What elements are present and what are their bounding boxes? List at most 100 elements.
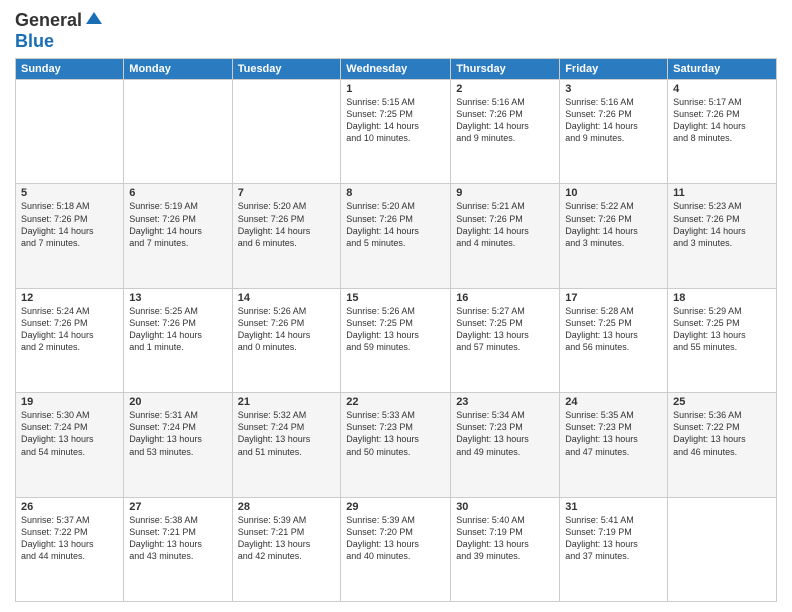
calendar-cell: 16Sunrise: 5:27 AM Sunset: 7:25 PM Dayli… (451, 288, 560, 392)
calendar-cell (668, 497, 777, 601)
calendar-week-row: 19Sunrise: 5:30 AM Sunset: 7:24 PM Dayli… (16, 393, 777, 497)
day-info: Sunrise: 5:33 AM Sunset: 7:23 PM Dayligh… (346, 409, 445, 458)
weekday-header-monday: Monday (124, 59, 232, 80)
logo-blue: Blue (15, 31, 54, 51)
calendar-cell (124, 80, 232, 184)
calendar-cell: 17Sunrise: 5:28 AM Sunset: 7:25 PM Dayli… (560, 288, 668, 392)
calendar-cell: 14Sunrise: 5:26 AM Sunset: 7:26 PM Dayli… (232, 288, 341, 392)
calendar-cell: 21Sunrise: 5:32 AM Sunset: 7:24 PM Dayli… (232, 393, 341, 497)
calendar-cell: 9Sunrise: 5:21 AM Sunset: 7:26 PM Daylig… (451, 184, 560, 288)
day-info: Sunrise: 5:30 AM Sunset: 7:24 PM Dayligh… (21, 409, 118, 458)
logo: General Blue (15, 10, 104, 52)
page-header: General Blue (15, 10, 777, 52)
day-number: 25 (673, 396, 771, 408)
day-number: 15 (346, 292, 445, 304)
day-number: 2 (456, 83, 554, 95)
day-number: 11 (673, 187, 771, 199)
day-info: Sunrise: 5:22 AM Sunset: 7:26 PM Dayligh… (565, 200, 662, 249)
day-number: 5 (21, 187, 118, 199)
calendar-cell: 19Sunrise: 5:30 AM Sunset: 7:24 PM Dayli… (16, 393, 124, 497)
calendar-cell: 6Sunrise: 5:19 AM Sunset: 7:26 PM Daylig… (124, 184, 232, 288)
calendar-cell: 2Sunrise: 5:16 AM Sunset: 7:26 PM Daylig… (451, 80, 560, 184)
calendar-cell: 8Sunrise: 5:20 AM Sunset: 7:26 PM Daylig… (341, 184, 451, 288)
day-number: 4 (673, 83, 771, 95)
calendar-cell: 28Sunrise: 5:39 AM Sunset: 7:21 PM Dayli… (232, 497, 341, 601)
calendar-cell: 10Sunrise: 5:22 AM Sunset: 7:26 PM Dayli… (560, 184, 668, 288)
calendar-cell: 27Sunrise: 5:38 AM Sunset: 7:21 PM Dayli… (124, 497, 232, 601)
calendar-cell (16, 80, 124, 184)
calendar-cell: 15Sunrise: 5:26 AM Sunset: 7:25 PM Dayli… (341, 288, 451, 392)
day-info: Sunrise: 5:35 AM Sunset: 7:23 PM Dayligh… (565, 409, 662, 458)
day-number: 19 (21, 396, 118, 408)
calendar-cell: 3Sunrise: 5:16 AM Sunset: 7:26 PM Daylig… (560, 80, 668, 184)
day-info: Sunrise: 5:20 AM Sunset: 7:26 PM Dayligh… (238, 200, 336, 249)
calendar-cell: 20Sunrise: 5:31 AM Sunset: 7:24 PM Dayli… (124, 393, 232, 497)
day-info: Sunrise: 5:20 AM Sunset: 7:26 PM Dayligh… (346, 200, 445, 249)
calendar-week-row: 5Sunrise: 5:18 AM Sunset: 7:26 PM Daylig… (16, 184, 777, 288)
day-number: 12 (21, 292, 118, 304)
day-number: 14 (238, 292, 336, 304)
weekday-header-thursday: Thursday (451, 59, 560, 80)
day-info: Sunrise: 5:16 AM Sunset: 7:26 PM Dayligh… (565, 96, 662, 145)
day-info: Sunrise: 5:40 AM Sunset: 7:19 PM Dayligh… (456, 514, 554, 563)
calendar-cell: 11Sunrise: 5:23 AM Sunset: 7:26 PM Dayli… (668, 184, 777, 288)
weekday-header-wednesday: Wednesday (341, 59, 451, 80)
day-info: Sunrise: 5:15 AM Sunset: 7:25 PM Dayligh… (346, 96, 445, 145)
day-info: Sunrise: 5:25 AM Sunset: 7:26 PM Dayligh… (129, 305, 226, 354)
day-number: 27 (129, 501, 226, 513)
day-info: Sunrise: 5:27 AM Sunset: 7:25 PM Dayligh… (456, 305, 554, 354)
day-number: 1 (346, 83, 445, 95)
calendar-cell: 13Sunrise: 5:25 AM Sunset: 7:26 PM Dayli… (124, 288, 232, 392)
calendar-cell: 18Sunrise: 5:29 AM Sunset: 7:25 PM Dayli… (668, 288, 777, 392)
day-number: 18 (673, 292, 771, 304)
day-info: Sunrise: 5:18 AM Sunset: 7:26 PM Dayligh… (21, 200, 118, 249)
calendar-cell (232, 80, 341, 184)
day-number: 21 (238, 396, 336, 408)
day-info: Sunrise: 5:26 AM Sunset: 7:25 PM Dayligh… (346, 305, 445, 354)
day-info: Sunrise: 5:19 AM Sunset: 7:26 PM Dayligh… (129, 200, 226, 249)
day-number: 17 (565, 292, 662, 304)
day-number: 3 (565, 83, 662, 95)
calendar-cell: 5Sunrise: 5:18 AM Sunset: 7:26 PM Daylig… (16, 184, 124, 288)
day-info: Sunrise: 5:16 AM Sunset: 7:26 PM Dayligh… (456, 96, 554, 145)
day-info: Sunrise: 5:32 AM Sunset: 7:24 PM Dayligh… (238, 409, 336, 458)
calendar-cell: 23Sunrise: 5:34 AM Sunset: 7:23 PM Dayli… (451, 393, 560, 497)
day-number: 10 (565, 187, 662, 199)
day-info: Sunrise: 5:28 AM Sunset: 7:25 PM Dayligh… (565, 305, 662, 354)
day-number: 26 (21, 501, 118, 513)
day-number: 29 (346, 501, 445, 513)
day-number: 7 (238, 187, 336, 199)
day-info: Sunrise: 5:21 AM Sunset: 7:26 PM Dayligh… (456, 200, 554, 249)
day-number: 16 (456, 292, 554, 304)
calendar-cell: 31Sunrise: 5:41 AM Sunset: 7:19 PM Dayli… (560, 497, 668, 601)
day-number: 30 (456, 501, 554, 513)
day-info: Sunrise: 5:31 AM Sunset: 7:24 PM Dayligh… (129, 409, 226, 458)
day-number: 22 (346, 396, 445, 408)
day-info: Sunrise: 5:23 AM Sunset: 7:26 PM Dayligh… (673, 200, 771, 249)
day-info: Sunrise: 5:26 AM Sunset: 7:26 PM Dayligh… (238, 305, 336, 354)
calendar-cell: 24Sunrise: 5:35 AM Sunset: 7:23 PM Dayli… (560, 393, 668, 497)
calendar-week-row: 12Sunrise: 5:24 AM Sunset: 7:26 PM Dayli… (16, 288, 777, 392)
day-info: Sunrise: 5:39 AM Sunset: 7:20 PM Dayligh… (346, 514, 445, 563)
day-info: Sunrise: 5:39 AM Sunset: 7:21 PM Dayligh… (238, 514, 336, 563)
calendar-header-row: SundayMondayTuesdayWednesdayThursdayFrid… (16, 59, 777, 80)
day-info: Sunrise: 5:38 AM Sunset: 7:21 PM Dayligh… (129, 514, 226, 563)
day-number: 20 (129, 396, 226, 408)
calendar-cell: 7Sunrise: 5:20 AM Sunset: 7:26 PM Daylig… (232, 184, 341, 288)
weekday-header-tuesday: Tuesday (232, 59, 341, 80)
day-info: Sunrise: 5:17 AM Sunset: 7:26 PM Dayligh… (673, 96, 771, 145)
day-info: Sunrise: 5:41 AM Sunset: 7:19 PM Dayligh… (565, 514, 662, 563)
calendar-week-row: 1Sunrise: 5:15 AM Sunset: 7:25 PM Daylig… (16, 80, 777, 184)
day-number: 28 (238, 501, 336, 513)
calendar-cell: 1Sunrise: 5:15 AM Sunset: 7:25 PM Daylig… (341, 80, 451, 184)
calendar-cell: 26Sunrise: 5:37 AM Sunset: 7:22 PM Dayli… (16, 497, 124, 601)
calendar-cell: 29Sunrise: 5:39 AM Sunset: 7:20 PM Dayli… (341, 497, 451, 601)
logo-icon (84, 10, 104, 30)
weekday-header-friday: Friday (560, 59, 668, 80)
calendar-table: SundayMondayTuesdayWednesdayThursdayFrid… (15, 58, 777, 602)
calendar-cell: 30Sunrise: 5:40 AM Sunset: 7:19 PM Dayli… (451, 497, 560, 601)
calendar-cell: 22Sunrise: 5:33 AM Sunset: 7:23 PM Dayli… (341, 393, 451, 497)
weekday-header-saturday: Saturday (668, 59, 777, 80)
day-number: 8 (346, 187, 445, 199)
calendar-cell: 4Sunrise: 5:17 AM Sunset: 7:26 PM Daylig… (668, 80, 777, 184)
